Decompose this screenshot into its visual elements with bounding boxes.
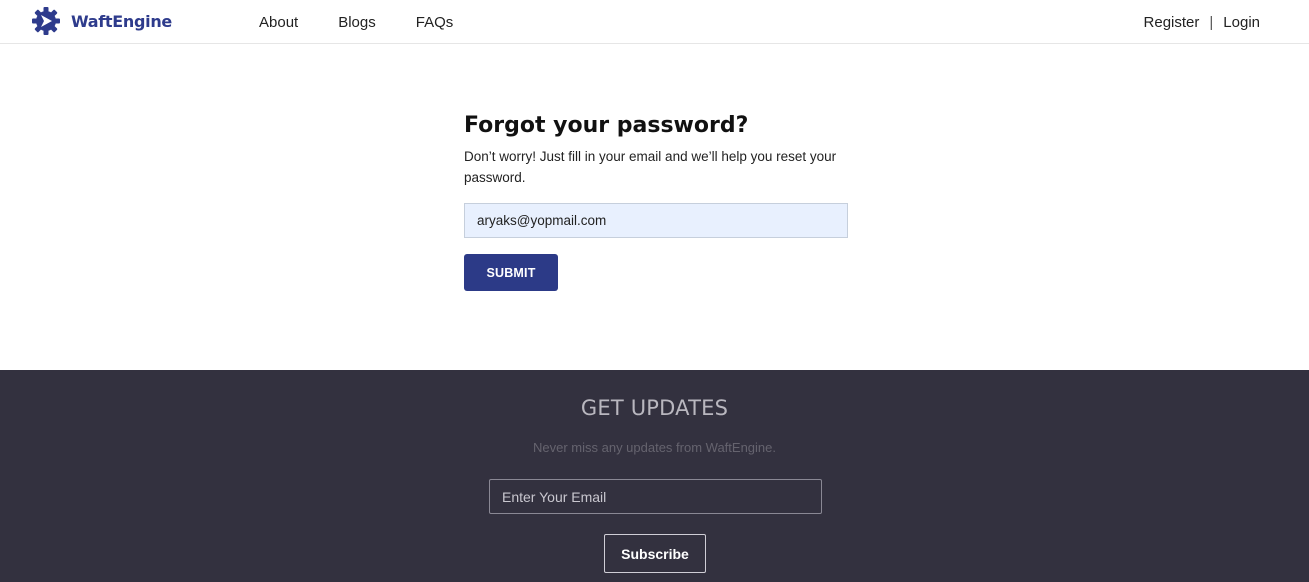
brand-name: WaftEngine [71, 11, 172, 31]
subscribe-button[interactable]: Subscribe [604, 534, 706, 573]
main-nav: About Blogs FAQs [259, 0, 493, 44]
newsletter-subtitle: Never miss any updates from WaftEngine. [532, 440, 776, 455]
newsletter-title: GET UPDATES [580, 396, 729, 420]
page-title: Forgot your password? [464, 113, 749, 138]
nav-faqs-link[interactable]: FAQs [416, 14, 454, 31]
newsletter-section: GET UPDATES Never miss any updates from … [0, 370, 1309, 582]
email-field[interactable] [464, 203, 848, 238]
login-link[interactable]: Login [1223, 14, 1260, 31]
form-description: Don’t worry! Just fill in your email and… [464, 149, 837, 185]
brand-logo-link[interactable]: WaftEngine [31, 5, 172, 37]
nav-about-link[interactable]: About [259, 14, 298, 31]
submit-button[interactable]: SUBMIT [464, 254, 558, 291]
register-link[interactable]: Register [1144, 14, 1200, 31]
auth-separator: | [1209, 13, 1214, 31]
gear-logo-icon [31, 6, 61, 36]
subscribe-email-input[interactable] [489, 479, 822, 514]
forgot-password-form: Forgot your password? Don’t worry! Just … [464, 108, 848, 291]
top-navigation-bar: WaftEngine About Blogs FAQs Register | L… [0, 0, 1309, 44]
auth-links: Register | Login [1144, 0, 1260, 44]
nav-blogs-link[interactable]: Blogs [338, 14, 376, 31]
